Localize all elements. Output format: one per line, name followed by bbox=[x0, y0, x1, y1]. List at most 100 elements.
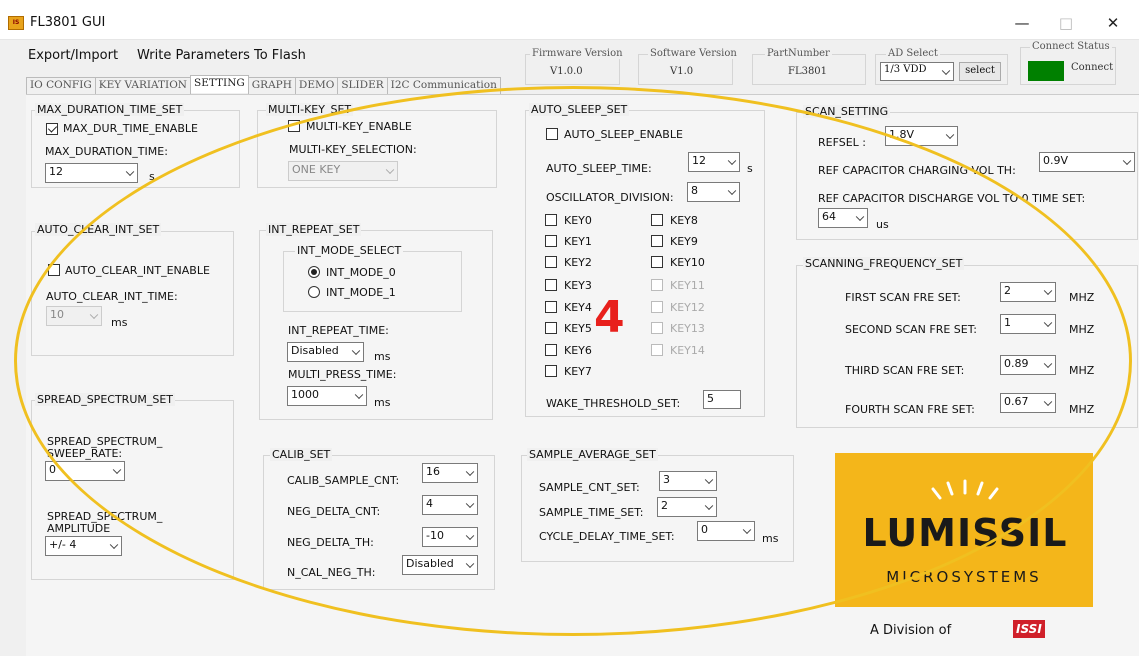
ref-charging-select[interactable]: 0.9V bbox=[1039, 152, 1135, 172]
chevron-down-icon bbox=[385, 165, 395, 175]
fourth-scan-label: FOURTH SCAN FRE SET: bbox=[845, 403, 975, 416]
menu-export-import[interactable]: Export/Import bbox=[28, 48, 118, 63]
oscillator-division-label: OSCILLATOR_DIVISION: bbox=[546, 191, 674, 204]
auto-sleep-title: AUTO_SLEEP_SET bbox=[529, 103, 630, 116]
cycle-delay-label: CYCLE_DELAY_TIME_SET: bbox=[539, 530, 675, 543]
tab-i2c[interactable]: I2C Communication bbox=[386, 77, 501, 94]
fourth-scan-select[interactable]: 0.67 bbox=[1000, 393, 1056, 413]
key13-label: KEY13 bbox=[670, 322, 705, 335]
int-mode-0-radio[interactable] bbox=[308, 266, 320, 278]
key4-checkbox[interactable] bbox=[545, 301, 557, 313]
key12-checkbox[interactable] bbox=[651, 301, 663, 313]
max-dur-enable-label: MAX_DUR_TIME_ENABLE bbox=[63, 122, 198, 135]
ref-discharge-unit: us bbox=[876, 218, 889, 231]
tab-graph[interactable]: GRAPH bbox=[247, 77, 296, 94]
sample-time-value: 2 bbox=[661, 499, 668, 512]
auto-clear-enable-checkbox[interactable] bbox=[48, 264, 60, 276]
connect-button[interactable]: Connect bbox=[1071, 62, 1113, 73]
ad-select-dropdown[interactable]: 1/3 VDD bbox=[880, 62, 954, 81]
key8-checkbox[interactable] bbox=[651, 214, 663, 226]
refsel-select[interactable]: 1.8V bbox=[885, 126, 958, 146]
key9-checkbox[interactable] bbox=[651, 235, 663, 247]
third-scan-label: THIRD SCAN FRE SET: bbox=[845, 364, 965, 377]
auto-clear-time-select[interactable]: 10 bbox=[46, 306, 102, 326]
tab-setting[interactable]: SETTING bbox=[190, 75, 249, 93]
key11-checkbox[interactable] bbox=[651, 279, 663, 291]
key0-checkbox[interactable] bbox=[545, 214, 557, 226]
tab-io-config[interactable]: IO CONFIG bbox=[26, 77, 96, 94]
tab-demo[interactable]: DEMO bbox=[294, 77, 339, 94]
first-scan-select[interactable]: 2 bbox=[1000, 282, 1056, 302]
auto-sleep-time-unit: s bbox=[747, 162, 753, 175]
n-cal-neg-th-select[interactable]: Disabled bbox=[402, 555, 478, 575]
key10-checkbox[interactable] bbox=[651, 256, 663, 268]
max-duration-title: MAX_DURATION_TIME_SET bbox=[35, 103, 185, 116]
lumissil-logo: LUMISSIL MICROSYSTEMS bbox=[835, 453, 1093, 607]
multi-press-time-value: 1000 bbox=[291, 388, 319, 401]
key7-checkbox[interactable] bbox=[545, 365, 557, 377]
firmware-label: Firmware Version bbox=[530, 48, 625, 59]
key13-checkbox[interactable] bbox=[651, 322, 663, 334]
multikey-enable-checkbox[interactable] bbox=[288, 120, 300, 132]
minimize-button[interactable]: — bbox=[1002, 10, 1042, 36]
multikey-title: MULTI-KEY_SET bbox=[266, 103, 354, 116]
auto-sleep-time-value: 12 bbox=[692, 154, 706, 167]
menu-write-flash[interactable]: Write Parameters To Flash bbox=[137, 48, 306, 63]
key5-checkbox[interactable] bbox=[545, 322, 557, 334]
sweep-rate-select[interactable]: 0 bbox=[45, 461, 125, 481]
neg-delta-cnt-select[interactable]: 4 bbox=[422, 495, 478, 515]
close-button[interactable]: ✕ bbox=[1093, 10, 1133, 36]
int-repeat-time-select[interactable]: Disabled bbox=[287, 342, 364, 362]
maximize-button[interactable]: □ bbox=[1046, 10, 1086, 36]
key3-label: KEY3 bbox=[564, 279, 592, 292]
sample-cnt-select[interactable]: 3 bbox=[659, 471, 717, 491]
spread-spectrum-title: SPREAD_SPECTRUM_SET bbox=[35, 393, 176, 406]
max-duration-time-label: MAX_DURATION_TIME: bbox=[45, 145, 168, 158]
cycle-delay-select[interactable]: 0 bbox=[697, 521, 755, 541]
multikey-enable-label: MULTI-KEY_ENABLE bbox=[306, 120, 412, 133]
key0-label: KEY0 bbox=[564, 214, 592, 227]
wake-threshold-input[interactable]: 5 bbox=[703, 390, 741, 409]
sample-time-select[interactable]: 2 bbox=[657, 497, 717, 517]
ref-discharge-select[interactable]: 64 bbox=[818, 208, 868, 228]
chevron-down-icon bbox=[727, 186, 737, 196]
multi-press-unit: ms bbox=[374, 396, 391, 409]
key9-label: KEY9 bbox=[670, 235, 698, 248]
key2-checkbox[interactable] bbox=[545, 256, 557, 268]
chevron-down-icon bbox=[1043, 318, 1053, 328]
chevron-down-icon bbox=[112, 465, 122, 475]
tab-slider[interactable]: SLIDER bbox=[337, 77, 388, 94]
multikey-selection-select[interactable]: ONE KEY bbox=[288, 161, 398, 181]
max-dur-enable-checkbox[interactable] bbox=[46, 123, 58, 135]
max-duration-time-select[interactable]: 12 bbox=[45, 163, 138, 183]
auto-sleep-time-select[interactable]: 12 bbox=[688, 152, 740, 172]
second-scan-select[interactable]: 1 bbox=[1000, 314, 1056, 334]
calib-sample-cnt-value: 16 bbox=[426, 465, 440, 478]
chevron-down-icon bbox=[351, 346, 361, 356]
multi-press-time-select[interactable]: 1000 bbox=[287, 386, 367, 406]
ref-discharge-label: REF CAPACITOR DISCHARGE VOL TO 0 TIME SE… bbox=[818, 192, 1086, 205]
logo-subtitle: MICROSYSTEMS bbox=[886, 568, 1042, 586]
int-mode-1-radio[interactable] bbox=[308, 286, 320, 298]
n-cal-neg-th-label: N_CAL_NEG_TH: bbox=[287, 566, 376, 579]
max-duration-time-value: 12 bbox=[49, 165, 63, 178]
oscillator-division-select[interactable]: 8 bbox=[687, 182, 740, 202]
sweep-rate-label-line2: SWEEP_RATE: bbox=[47, 447, 123, 460]
neg-delta-th-value: -10 bbox=[426, 529, 444, 542]
sample-time-label: SAMPLE_TIME_SET: bbox=[539, 506, 644, 519]
amplitude-select[interactable]: +/- 4 bbox=[45, 536, 122, 556]
ad-select-button[interactable]: select bbox=[959, 62, 1001, 81]
neg-delta-th-select[interactable]: -10 bbox=[422, 527, 478, 547]
auto-sleep-enable-checkbox[interactable] bbox=[546, 128, 558, 140]
third-scan-select[interactable]: 0.89 bbox=[1000, 355, 1056, 375]
key1-checkbox[interactable] bbox=[545, 235, 557, 247]
key4-label: KEY4 bbox=[564, 301, 592, 314]
tab-key-variation[interactable]: KEY VARIATION bbox=[94, 77, 191, 94]
key6-checkbox[interactable] bbox=[545, 344, 557, 356]
key14-checkbox[interactable] bbox=[651, 344, 663, 356]
third-scan-unit: MHZ bbox=[1069, 364, 1095, 377]
wake-threshold-label: WAKE_THRESHOLD_SET: bbox=[546, 397, 681, 410]
calib-sample-cnt-select[interactable]: 16 bbox=[422, 463, 478, 483]
chevron-down-icon bbox=[89, 310, 99, 320]
key3-checkbox[interactable] bbox=[545, 279, 557, 291]
